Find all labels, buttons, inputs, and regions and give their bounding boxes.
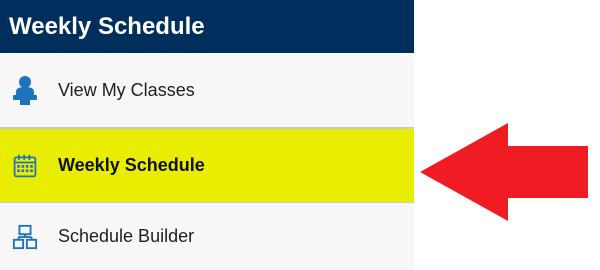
red-arrow-annotation (420, 123, 588, 221)
sidebar-item-label: Weekly Schedule (58, 155, 205, 175)
sidebar-item-label: View My Classes (58, 79, 195, 100)
sidebar-item-view-my-classes[interactable]: View My Classes (0, 53, 414, 128)
screenshot-frame: Weekly Schedule View My Classes Weekly S… (0, 0, 600, 270)
blocks-icon (12, 222, 38, 252)
calendar-icon (12, 151, 38, 181)
sidebar-item-label: Schedule Builder (58, 226, 195, 246)
sidebar-item-schedule-builder[interactable]: Schedule Builder (0, 203, 414, 270)
sidebar-item-weekly-schedule[interactable]: Weekly Schedule (0, 128, 414, 203)
person-icon (12, 75, 38, 105)
sidebar-panel: Weekly Schedule View My Classes Weekly S… (0, 0, 414, 270)
sidebar-title: Weekly Schedule (0, 0, 414, 53)
